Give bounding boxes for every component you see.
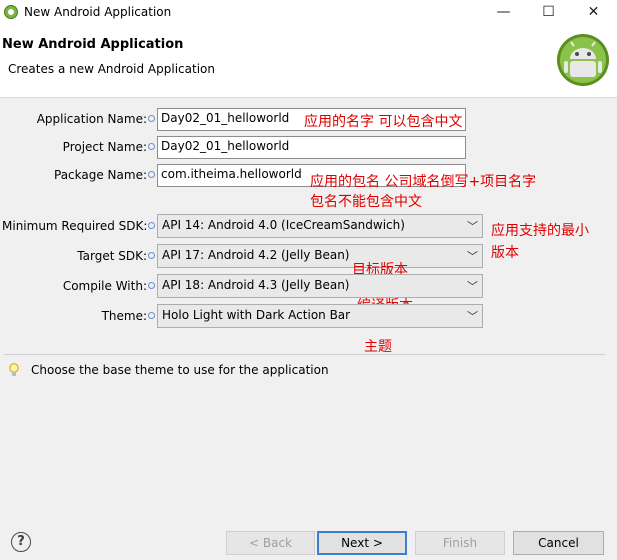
annotation-app-name: 应用的名字 可以包含中文: [304, 114, 463, 130]
compile-with-label: Compile With:: [62, 279, 147, 293]
chevron-down-icon: ﹀: [467, 250, 478, 263]
finish-button[interactable]: Finish: [415, 531, 505, 555]
target-sdk-select[interactable]: API 17: Android 4.2 (Jelly Bean) ﹀: [157, 244, 483, 268]
application-name-label: Application Name:: [36, 112, 147, 126]
annotation-min-sdk-1: 应用支持的最小: [491, 223, 589, 239]
info-icon: [148, 312, 155, 319]
cancel-button[interactable]: Cancel: [513, 531, 604, 555]
project-name-input[interactable]: Day02_01_helloworld: [157, 136, 466, 159]
compile-with-select[interactable]: API 18: Android 4.3 (Jelly Bean) ﹀: [157, 274, 483, 298]
compile-with-value: API 18: Android 4.3 (Jelly Bean): [162, 278, 350, 292]
help-icon[interactable]: ?: [11, 532, 31, 552]
theme-value: Holo Light with Dark Action Bar: [162, 308, 351, 322]
annotation-package-1: 应用的包名 公司域名倒写+项目名字: [310, 174, 537, 190]
annotation-theme: 主题: [364, 339, 392, 355]
android-logo-icon: [557, 34, 609, 86]
package-name-label: Package Name:: [54, 168, 147, 182]
info-icon: [148, 171, 155, 178]
theme-label: Theme:: [101, 309, 147, 323]
back-button[interactable]: < Back: [226, 531, 315, 555]
next-button[interactable]: Next >: [317, 531, 407, 555]
window-title: New Android Application: [24, 5, 172, 19]
separator: [4, 354, 605, 355]
info-icon: [148, 115, 155, 122]
info-icon: [148, 282, 155, 289]
wizard-title: New Android Application: [2, 37, 184, 52]
lightbulb-icon: [9, 363, 19, 376]
title-bar: New Android Application — ☐ ✕: [0, 0, 617, 25]
annotation-min-sdk-2: 版本: [491, 245, 519, 261]
wizard-subtitle: Creates a new Android Application: [8, 62, 215, 76]
min-sdk-label: Minimum Required SDK:: [2, 219, 148, 233]
min-sdk-value: API 14: Android 4.0 (IceCreamSandwich): [162, 218, 405, 232]
eclipse-app-icon: [4, 5, 18, 19]
min-sdk-select[interactable]: API 14: Android 4.0 (IceCreamSandwich) ﹀: [157, 214, 483, 238]
maximize-button[interactable]: ☐: [526, 0, 571, 25]
chevron-down-icon: ﹀: [467, 220, 478, 233]
info-icon: [148, 222, 155, 229]
theme-select[interactable]: Holo Light with Dark Action Bar ﹀: [157, 304, 483, 328]
chevron-down-icon: ﹀: [467, 310, 478, 323]
target-sdk-label: Target SDK:: [77, 249, 147, 263]
minimize-button[interactable]: —: [481, 0, 526, 25]
info-icon: [148, 252, 155, 259]
info-icon: [148, 143, 155, 150]
close-button[interactable]: ✕: [571, 0, 616, 25]
annotation-package-2: 包名不能包含中文: [310, 194, 422, 210]
chevron-down-icon: ﹀: [467, 280, 478, 293]
project-name-label: Project Name:: [62, 140, 147, 154]
target-sdk-value: API 17: Android 4.2 (Jelly Bean): [162, 248, 350, 262]
wizard-header: New Android Application Creates a new An…: [0, 25, 617, 98]
hint-text: Choose the base theme to use for the app…: [31, 363, 329, 377]
